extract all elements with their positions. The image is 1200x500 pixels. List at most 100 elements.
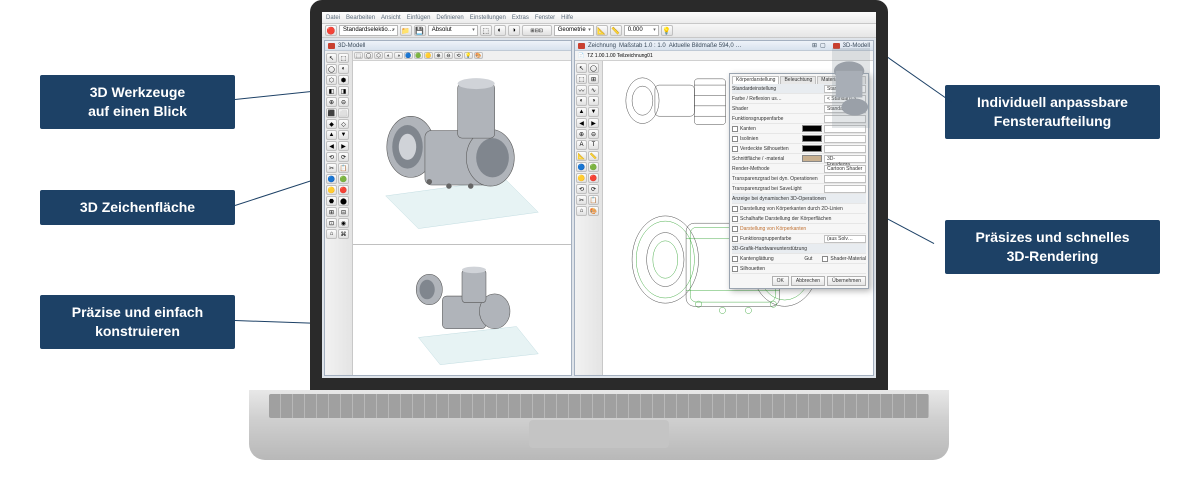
vtool-icon[interactable]: 🔵 [326,174,337,184]
checkbox[interactable] [732,256,738,262]
panel-ctrl-icon[interactable]: ⊞ [812,42,817,49]
menu-ansicht[interactable]: Ansicht [381,15,401,21]
ok-button[interactable]: OK [772,276,789,286]
cancel-button[interactable]: Abbrechen [791,276,825,286]
menu-fenster[interactable]: Fenster [535,15,555,21]
menu-bearbeiten[interactable]: Bearbeiten [346,15,375,21]
checkbox[interactable] [732,126,738,132]
vtool-icon[interactable]: ▼ [338,130,349,140]
swatch-icon[interactable] [802,145,822,152]
vtool-icon[interactable]: 🔵 [576,162,587,172]
geometry-select[interactable]: Geometrie [554,25,594,36]
selection-mode-select[interactable]: Standardselektio… [339,25,398,36]
slider-input[interactable] [824,175,866,183]
vtool-icon[interactable]: ⬛ [326,108,337,118]
vp-tool-icon[interactable]: 🟢 [414,52,423,59]
vtool-icon[interactable]: ⊕ [326,97,337,107]
swatch-icon[interactable] [802,155,822,162]
val-select[interactable]: 3D-Freudegra… [824,155,866,163]
vp-tool-icon[interactable]: ◐ [384,52,393,59]
checkbox[interactable] [732,266,738,272]
vtool-icon[interactable]: ⬢ [338,75,349,85]
vtool-icon[interactable]: 🔴 [338,185,349,195]
vtool-icon[interactable]: ⬚ [338,53,349,63]
3d-viewport-exploded[interactable] [353,245,571,375]
apply-button[interactable]: Übernehmen [827,276,866,286]
vtool-icon[interactable]: 📏 [588,151,599,161]
tool-icon[interactable]: ⊞⊟⊡ [522,25,552,36]
vtool-icon[interactable]: ▲ [576,107,587,117]
menu-datei[interactable]: Datei [326,15,340,21]
val-select[interactable] [824,135,866,143]
vtool-icon[interactable]: ⊞ [326,207,337,217]
checkbox[interactable] [732,236,738,242]
vp-tool-icon[interactable]: ⟲ [454,52,463,59]
vtool-icon[interactable]: ◀ [326,141,337,151]
vtool-icon[interactable]: ⟳ [588,184,599,194]
slider-input[interactable] [824,185,866,193]
vtool-icon[interactable]: ⊟ [338,207,349,217]
vtool-icon[interactable]: ◧ [326,86,337,96]
checkbox[interactable] [732,136,738,142]
tool-icon[interactable]: ⬚ [480,25,492,36]
vtool-icon[interactable]: 🟢 [338,174,349,184]
vtool-icon[interactable]: ✂ [576,195,587,205]
vtool-icon[interactable]: ⬡ [326,75,337,85]
tool-icon[interactable]: 🔴 [325,25,337,36]
vp-tool-icon[interactable]: ⊕ [434,52,443,59]
panel-header-3d[interactable]: 3D-Modell [325,41,571,51]
dialog-tab[interactable]: Körperdarstellung [732,76,779,84]
vtool-icon[interactable]: ▶ [338,141,349,151]
vtool-icon[interactable]: ⌂ [576,206,587,216]
vtool-icon[interactable]: ◯ [588,63,599,73]
val-select[interactable] [824,145,866,153]
vtool-icon[interactable]: 📐 [576,151,587,161]
vtool-icon[interactable]: ▶ [588,118,599,128]
tool-icon[interactable]: 📏 [610,25,622,36]
vtool-icon[interactable]: ↖ [326,53,337,63]
vtool-icon[interactable]: ⊕ [576,129,587,139]
vtool-icon[interactable]: ⬤ [338,196,349,206]
vtool-icon[interactable]: ⬚ [576,74,587,84]
vtool-icon[interactable]: 〰 [576,85,587,95]
vp-tool-icon[interactable]: 🔵 [404,52,413,59]
tool-icon[interactable]: 💡 [661,25,673,36]
menu-einfuegen[interactable]: Einfügen [407,15,431,21]
checkbox[interactable] [732,206,738,212]
vtool-icon[interactable]: 🟢 [588,162,599,172]
vp-tool-icon[interactable]: ⬚ [354,52,363,59]
vp-tool-icon[interactable]: ⬡ [374,52,383,59]
vtool-icon[interactable]: ⟳ [338,152,349,162]
vtool-icon[interactable]: ◀ [576,118,587,128]
vtool-icon[interactable]: ▼ [588,107,599,117]
vp-tool-icon[interactable]: 🎨 [474,52,483,59]
swatch-icon[interactable] [802,135,822,142]
checkbox[interactable] [732,216,738,222]
vtool-icon[interactable]: 🟡 [576,173,587,183]
panel-header-drawing[interactable]: Zeichnung Maßstab 1.0 : 1.0 Aktuelle Bil… [575,41,873,51]
coord-mode-select[interactable]: Absolut [428,25,478,36]
checkbox[interactable] [732,226,738,232]
menu-definieren[interactable]: Definieren [436,15,463,21]
tool-icon[interactable]: ◑ [508,25,520,36]
tool-icon[interactable]: ◐ [494,25,506,36]
vtool-icon[interactable]: ⊖ [338,97,349,107]
vtool-icon[interactable]: 🔴 [588,173,599,183]
vtool-icon[interactable]: ◯ [326,64,337,74]
render-select[interactable]: Cartoon Shader [824,165,866,173]
vtool-icon[interactable]: ◆ [326,119,337,129]
vtool-icon[interactable]: ◇ [338,119,349,129]
vp-tool-icon[interactable]: ◑ [394,52,403,59]
vtool-icon[interactable]: ✂ [326,163,337,173]
vtool-icon[interactable]: ⬜ [338,108,349,118]
vtool-icon[interactable]: ◉ [338,218,349,228]
vp-tool-icon[interactable]: ◯ [364,52,373,59]
3d-viewport-shaded[interactable] [353,61,571,245]
vtool-icon[interactable]: ⌘ [338,229,349,239]
vtool-icon[interactable]: ⊡ [326,218,337,228]
tool-icon[interactable]: 💾 [414,25,426,36]
vtool-icon[interactable]: ◑ [588,96,599,106]
vp-tool-icon[interactable]: ⊖ [444,52,453,59]
vp-tool-icon[interactable]: 🟡 [424,52,433,59]
tool-icon[interactable]: 📐 [596,25,608,36]
